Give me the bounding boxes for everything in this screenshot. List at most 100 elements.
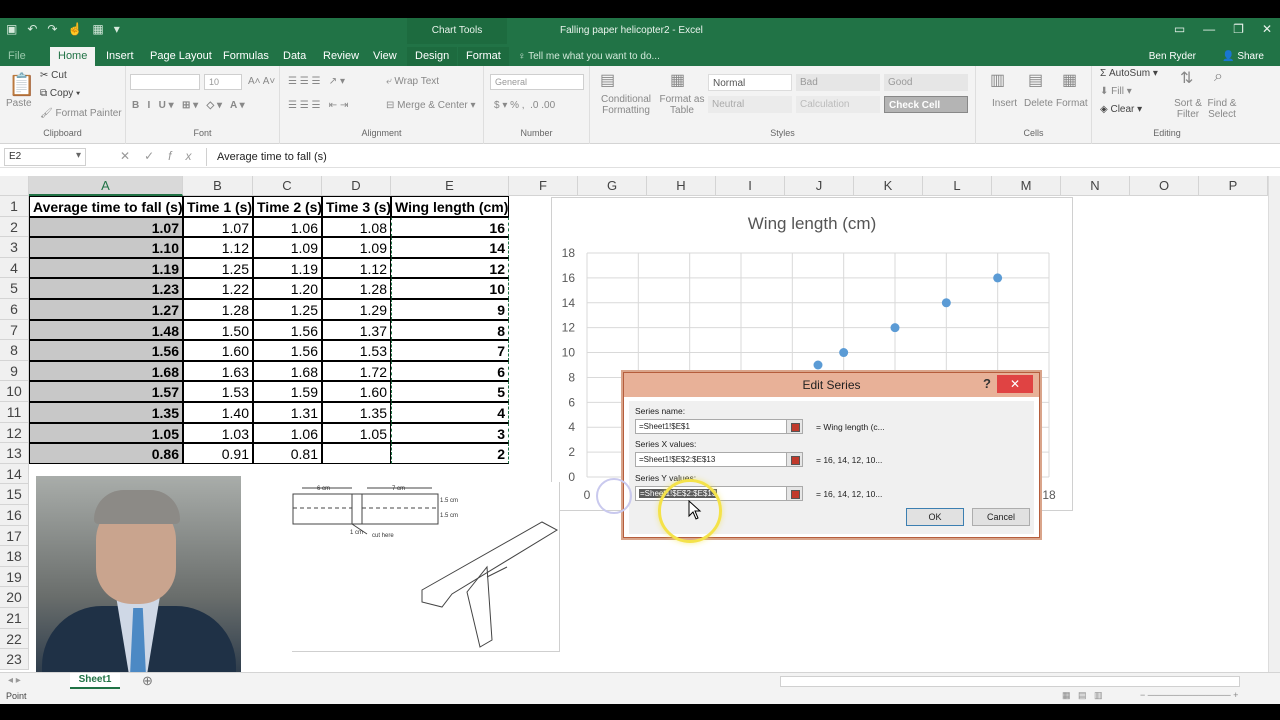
paste-icon[interactable]: 📋	[8, 72, 35, 98]
table-cell[interactable]: 1.09	[253, 237, 322, 258]
sheet-nav-icons[interactable]: ◂ ▸	[8, 675, 21, 686]
touch-mode-icon[interactable]: ☝	[67, 22, 82, 36]
table-cell[interactable]: 1.10	[29, 237, 183, 258]
table-cell[interactable]: 1.22	[183, 278, 253, 299]
table-cell[interactable]: 1.35	[322, 402, 391, 423]
font-name-box[interactable]	[130, 74, 200, 90]
table-cell[interactable]: 1.59	[253, 381, 322, 402]
fx-icon[interactable]: fx	[168, 149, 205, 163]
name-box-dropdown-icon[interactable]: ▾	[76, 150, 81, 161]
sheet-tab-sheet1[interactable]: Sheet1	[70, 673, 120, 689]
sort-filter-button[interactable]: Sort & Filter	[1170, 98, 1206, 120]
table-cell[interactable]	[322, 443, 391, 464]
grid-icon[interactable]: ▦	[92, 22, 103, 36]
copy-button[interactable]: ⧉ Copy ▾	[40, 88, 80, 99]
tab-data[interactable]: Data	[275, 47, 314, 66]
column-header-g[interactable]: G	[578, 176, 647, 196]
table-cell[interactable]: 7	[391, 340, 509, 361]
row-header-5[interactable]: 5	[0, 278, 29, 299]
style-good[interactable]: Good	[884, 74, 968, 91]
table-cell[interactable]: 1.23	[29, 278, 183, 299]
tab-design[interactable]: Design	[407, 47, 458, 66]
tab-review[interactable]: Review	[315, 47, 367, 66]
row-header-7[interactable]: 7	[0, 319, 29, 341]
table-cell[interactable]: 8	[391, 319, 509, 341]
table-cell[interactable]: 16	[391, 216, 509, 238]
column-header-n[interactable]: N	[1061, 176, 1130, 196]
view-icons[interactable]: ▦ ▤ ▥	[1062, 690, 1103, 701]
user-name[interactable]: Ben Ryder	[1149, 47, 1196, 66]
select-all-corner[interactable]	[0, 176, 29, 196]
tab-view[interactable]: View	[365, 47, 405, 66]
table-header-cell[interactable]: Time 2 (s)	[253, 196, 322, 217]
bold-button[interactable]: B I U ▾ ⊞ ▾ ◇ ▾ A ▾	[132, 100, 245, 111]
row-header-18[interactable]: 18	[0, 546, 29, 567]
series-x-ref-icon[interactable]	[786, 452, 803, 467]
customize-icon[interactable]: ▾	[114, 22, 120, 36]
row-header-11[interactable]: 11	[0, 402, 29, 423]
currency-icons[interactable]: $ ▾ % , .0 .00	[494, 100, 555, 111]
row-header-9[interactable]: 9	[0, 360, 29, 382]
clear-button[interactable]: ◈ Clear ▾	[1100, 104, 1142, 115]
table-cell[interactable]: 10	[391, 278, 509, 299]
tab-file[interactable]: File	[0, 47, 46, 66]
chart-data-point[interactable]	[839, 348, 849, 358]
table-cell[interactable]: 6	[391, 360, 509, 382]
table-cell[interactable]: 1.25	[253, 299, 322, 320]
series-name-input[interactable]: =Sheet1!$E$1	[635, 419, 797, 434]
table-cell[interactable]: 1.72	[322, 360, 391, 382]
series-y-ref-icon[interactable]	[786, 486, 803, 501]
delete-cells-button[interactable]: Delete	[1024, 98, 1053, 109]
row-header-4[interactable]: 4	[0, 257, 29, 279]
style-normal[interactable]: Normal	[708, 74, 792, 91]
table-cell[interactable]: 1.68	[29, 360, 183, 382]
column-header-a[interactable]: A	[29, 176, 183, 196]
row-header-12[interactable]: 12	[0, 422, 29, 444]
style-check-cell[interactable]: Check Cell	[884, 96, 968, 113]
chart-data-point[interactable]	[813, 360, 823, 370]
table-cell[interactable]: 1.05	[322, 422, 391, 444]
tab-format[interactable]: Format	[458, 47, 509, 66]
enter-icon[interactable]: ✓	[144, 149, 168, 163]
table-cell[interactable]: 1.03	[183, 422, 253, 444]
save-icon[interactable]: ▣	[6, 22, 17, 36]
restore-icon[interactable]: ❐	[1233, 22, 1244, 36]
delete-cells-icon[interactable]: ▤	[1028, 70, 1043, 90]
cancel-button[interactable]: Cancel	[972, 508, 1030, 526]
grow-font-icon[interactable]: A˄ A˅	[248, 76, 275, 87]
table-cell[interactable]: 1.06	[253, 422, 322, 444]
table-cell[interactable]: 1.25	[183, 257, 253, 279]
table-cell[interactable]: 1.28	[322, 278, 391, 299]
column-header-k[interactable]: K	[854, 176, 923, 196]
find-icon[interactable]: ⌕	[1214, 68, 1223, 86]
undo-icon[interactable]: ↶	[27, 22, 37, 36]
help-icon[interactable]: ?	[983, 376, 991, 391]
table-cell[interactable]: 1.31	[253, 402, 322, 423]
tell-me-search[interactable]: ♀ Tell me what you want to do...	[518, 47, 660, 66]
row-header-19[interactable]: 19	[0, 566, 29, 588]
table-cell[interactable]: 1.60	[183, 340, 253, 361]
table-header-cell[interactable]: Time 1 (s)	[183, 196, 253, 217]
column-header-p[interactable]: P	[1199, 176, 1268, 196]
tab-home[interactable]: Home	[50, 47, 96, 66]
table-cell[interactable]: 1.07	[29, 216, 183, 238]
row-header-23[interactable]: 23	[0, 649, 29, 670]
table-cell[interactable]: 1.40	[183, 402, 253, 423]
table-cell[interactable]: 1.08	[322, 216, 391, 238]
table-cell[interactable]: 1.12	[183, 237, 253, 258]
conditional-formatting-icon[interactable]: ▤	[600, 70, 615, 90]
horizontal-scrollbar[interactable]	[780, 676, 1240, 687]
table-header-cell[interactable]: Average time to fall (s)	[29, 196, 183, 217]
format-table-icon[interactable]: ▦	[670, 70, 685, 90]
table-cell[interactable]: 1.28	[183, 299, 253, 320]
share-button[interactable]: 👤 Share	[1222, 47, 1264, 66]
table-cell[interactable]: 0.81	[253, 443, 322, 464]
column-header-l[interactable]: L	[923, 176, 992, 196]
table-cell[interactable]: 1.53	[322, 340, 391, 361]
table-cell[interactable]: 1.50	[183, 319, 253, 341]
paste-button[interactable]: Paste	[6, 98, 32, 109]
row-header-2[interactable]: 2	[0, 216, 29, 238]
table-cell[interactable]: 1.09	[322, 237, 391, 258]
cancel-entry-icon[interactable]: ✕	[120, 149, 144, 163]
helicopter-diagram-image[interactable]: 6 cm 7 cm 1.5 cm 1.5 cm 1 cm cut here	[292, 482, 560, 652]
